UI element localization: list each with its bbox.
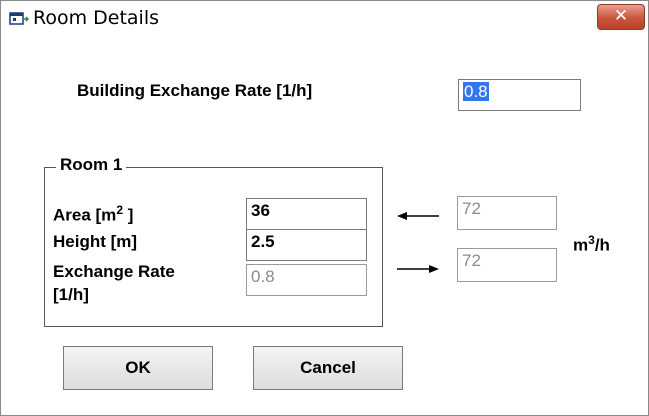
building-exchange-rate-input[interactable]: 0.8: [458, 79, 581, 111]
exchange-rate-input: 0.8: [246, 264, 367, 296]
title-bar[interactable]: Room Details ✕: [1, 1, 648, 37]
arrow-right-icon: [397, 265, 439, 273]
close-button[interactable]: ✕: [597, 4, 645, 30]
air-flow-out-field: 72: [457, 248, 557, 282]
area-label: Area [m2 ]: [53, 203, 134, 225]
ok-button[interactable]: OK: [63, 346, 213, 390]
arrow-left-icon: [397, 212, 439, 220]
exchange-rate-unit-label: [1/h]: [53, 285, 89, 304]
height-input[interactable]: 2.5: [246, 229, 367, 261]
cancel-button[interactable]: Cancel: [253, 346, 403, 390]
room-group-label: Room 1: [56, 155, 127, 175]
air-flow-in-field: 72: [457, 196, 557, 230]
close-icon: ✕: [613, 6, 629, 26]
building-exchange-rate-value: 0.8: [463, 82, 489, 101]
area-input[interactable]: 36: [246, 198, 367, 230]
exchange-rate-label: Exchange Rate: [53, 262, 175, 281]
app-icon: [9, 12, 29, 25]
building-exchange-rate-label: Building Exchange Rate [1/h]: [77, 81, 313, 100]
window-title: Room Details: [33, 7, 160, 29]
flow-unit-label: m3/h: [573, 233, 610, 255]
room-details-dialog: Room Details ✕ Building Exchange Rate [1…: [0, 0, 649, 416]
height-label: Height [m]: [53, 232, 138, 251]
